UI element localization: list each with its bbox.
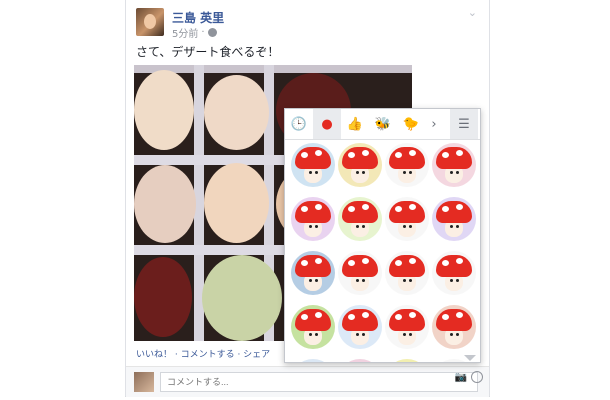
sticker-tabs: 🕒 ● 👍 🐝 🐤 › ☰ [285, 109, 480, 140]
bird-icon[interactable]: 🐤 [397, 109, 425, 139]
sticker-store-icon[interactable]: ☰ [450, 109, 478, 139]
camera-icon[interactable]: 📷 [455, 372, 467, 383]
sticker-picker: 🕒 ● 👍 🐝 🐤 › ☰ [284, 108, 481, 363]
clock-icon[interactable]: 🕒 [285, 109, 313, 139]
mushroom-sticker[interactable] [338, 359, 382, 362]
post-time[interactable]: 5分前 [172, 25, 198, 40]
bee-icon[interactable]: 🐝 [369, 109, 397, 139]
facebook-icon [207, 28, 217, 37]
author-avatar[interactable] [136, 8, 164, 36]
next-arrow-icon[interactable]: › [425, 109, 443, 139]
mushroom-sticker[interactable] [432, 305, 476, 349]
comment-input[interactable] [160, 372, 478, 392]
thumbs-up-icon[interactable]: 👍 [341, 109, 369, 139]
sticker-icon[interactable] [471, 371, 483, 383]
post-actions[interactable]: いいね！ · コメントする · シェア [136, 347, 270, 360]
mushroom-sticker[interactable] [291, 251, 335, 295]
mushroom-sticker[interactable] [291, 143, 335, 187]
comment-bar: 📷 [126, 366, 489, 397]
mushroom-sticker[interactable] [432, 251, 476, 295]
mushroom-sticker[interactable] [338, 305, 382, 349]
author-name[interactable]: 三島 英里 [172, 9, 224, 26]
mushroom-sticker[interactable] [291, 359, 335, 362]
mushroom-sticker[interactable] [385, 359, 429, 362]
mushroom-tab-icon[interactable]: ● [313, 109, 341, 139]
mushroom-sticker[interactable] [385, 251, 429, 295]
mushroom-sticker[interactable] [432, 143, 476, 187]
mushroom-sticker[interactable] [338, 197, 382, 241]
chevron-down-icon[interactable]: ⌄ [468, 6, 477, 19]
mushroom-sticker[interactable] [338, 143, 382, 187]
mushroom-sticker[interactable] [291, 305, 335, 349]
commenter-avatar [134, 372, 154, 392]
mushroom-sticker[interactable] [385, 305, 429, 349]
status-text: さて、デザート食べるぞ！ [136, 45, 280, 59]
mushroom-sticker[interactable] [385, 143, 429, 187]
mushroom-sticker[interactable] [385, 197, 429, 241]
mushroom-sticker[interactable] [291, 197, 335, 241]
picker-pointer [464, 355, 476, 361]
mushroom-sticker[interactable] [432, 197, 476, 241]
post-meta: 5分前 · [172, 25, 217, 40]
mushroom-sticker[interactable] [338, 251, 382, 295]
